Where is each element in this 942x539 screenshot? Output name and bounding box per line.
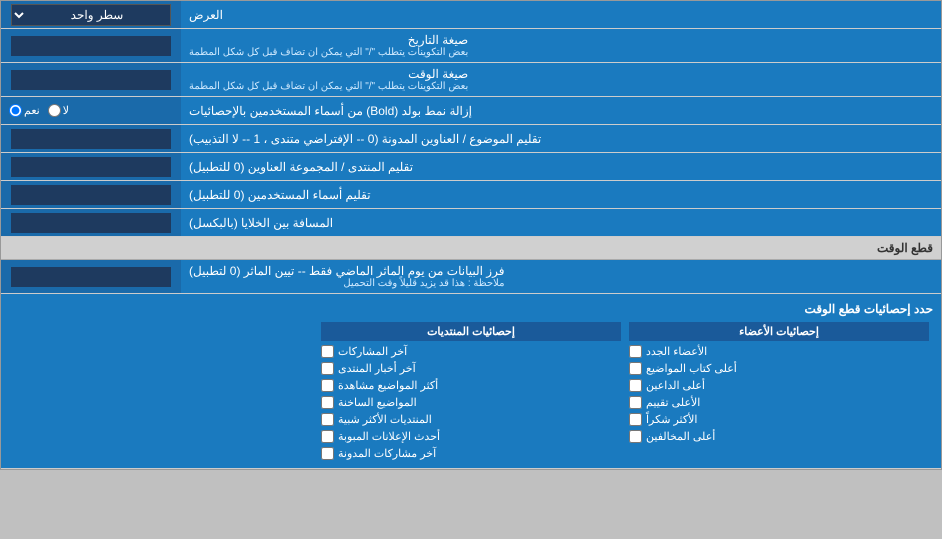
cb-top-violators: أعلى المخالفين [629,428,929,445]
cb-top-violators-input[interactable] [629,430,642,443]
forum-input-container: 33 [1,153,181,180]
cb-most-viewed: أكثر المواضيع مشاهدة [321,377,621,394]
date-format-input[interactable]: d-m [11,36,171,56]
members-stats-header: إحصائيات الأعضاء [629,322,929,341]
bold-yes-radio[interactable] [9,104,22,117]
topics-label: تقليم الموضوع / العناوين المدونة (0 -- ا… [181,125,941,152]
cb-most-similar-input[interactable] [321,413,334,426]
cb-top-callers: أعلى الداعين [629,377,929,394]
time-format-input[interactable]: H:i [11,70,171,90]
forum-input[interactable]: 33 [11,157,171,177]
checkboxes-section: حدد إحصائيات قطع الوقت إحصائيات الأعضاء … [1,294,941,469]
cb-most-thanked-input[interactable] [629,413,642,426]
posts-stats-header: إحصائيات المنتديات [321,322,621,341]
cb-most-thanked: الأكثر شكراً [629,411,929,428]
bold-label: إزالة نمط بولد (Bold) من أسماء المستخدمي… [181,97,941,124]
posts-stats-column: إحصائيات المنتديات آخر المشاركات آخر أخب… [317,320,625,464]
topics-input[interactable]: 33 [11,129,171,149]
time-format-input-container: H:i [1,63,181,96]
cb-blog-posts: آخر مشاركات المدونة [321,445,621,462]
cb-hot-topics: المواضيع الساخنة [321,394,621,411]
cb-top-callers-input[interactable] [629,379,642,392]
cb-last-posts-input[interactable] [321,345,334,358]
time-format-label: صيغة الوقت بعض التكوينات يتطلب "/" التي … [181,63,941,96]
bold-yes-label: نعم [9,104,40,117]
cb-most-viewed-input[interactable] [321,379,334,392]
realtime-input-container: 0 [1,260,181,293]
bold-no-radio[interactable] [48,104,61,117]
cb-classified-ads: أحدث الإعلانات المبوبة [321,428,621,445]
cb-top-writers: أعلى كتاب المواضيع [629,360,929,377]
forum-label: تقليم المنتدى / المجموعة العناوين (0 للت… [181,153,941,180]
realtime-input[interactable]: 0 [11,267,171,287]
cb-forum-news-input[interactable] [321,362,334,375]
topics-input-container: 33 [1,125,181,152]
date-format-label: صيغة التاريخ بعض التكوينات يتطلب "/" الت… [181,29,941,62]
members-input-container: 0 [1,181,181,208]
space-input-container: 2 [1,209,181,236]
bold-no-label: لا [48,104,69,117]
cb-last-posts: آخر المشاركات [321,343,621,360]
cb-top-rated: الأعلى تقييم [629,394,929,411]
members-label: تقليم أسماء المستخدمين (0 للتطبيل) [181,181,941,208]
cb-most-similar: المنتديات الأكثر شبية [321,411,621,428]
cb-blog-posts-input[interactable] [321,447,334,460]
space-label: المسافة بين الخلايا (بالبكسل) [181,209,941,236]
checkboxes-header: حدد إحصائيات قطع الوقت [9,298,933,320]
cb-members-new: الأعضاء الجدد [629,343,929,360]
realtime-section-header: قطع الوقت [1,237,941,260]
space-input[interactable]: 2 [11,213,171,233]
lines-select-container: سطر واحد سطران ثلاثة أسطر [1,1,181,28]
bold-radio-group: لا نعم [1,97,181,124]
members-stats-column: إحصائيات الأعضاء الأعضاء الجدد أعلى كتاب… [625,320,933,464]
cb-forum-news: آخر أخبار المنتدى [321,360,621,377]
lines-select[interactable]: سطر واحد سطران ثلاثة أسطر [11,4,171,26]
cb-hot-topics-input[interactable] [321,396,334,409]
empty-column [9,320,317,464]
display-label: العرض [181,1,941,28]
cb-top-writers-input[interactable] [629,362,642,375]
members-input[interactable]: 0 [11,185,171,205]
cb-classified-ads-input[interactable] [321,430,334,443]
cb-top-rated-input[interactable] [629,396,642,409]
date-format-input-container: d-m [1,29,181,62]
cb-members-new-input[interactable] [629,345,642,358]
realtime-label: فرز البيانات من يوم الماثر الماضي فقط --… [181,260,941,293]
checkboxes-grid: إحصائيات الأعضاء الأعضاء الجدد أعلى كتاب… [9,320,933,464]
